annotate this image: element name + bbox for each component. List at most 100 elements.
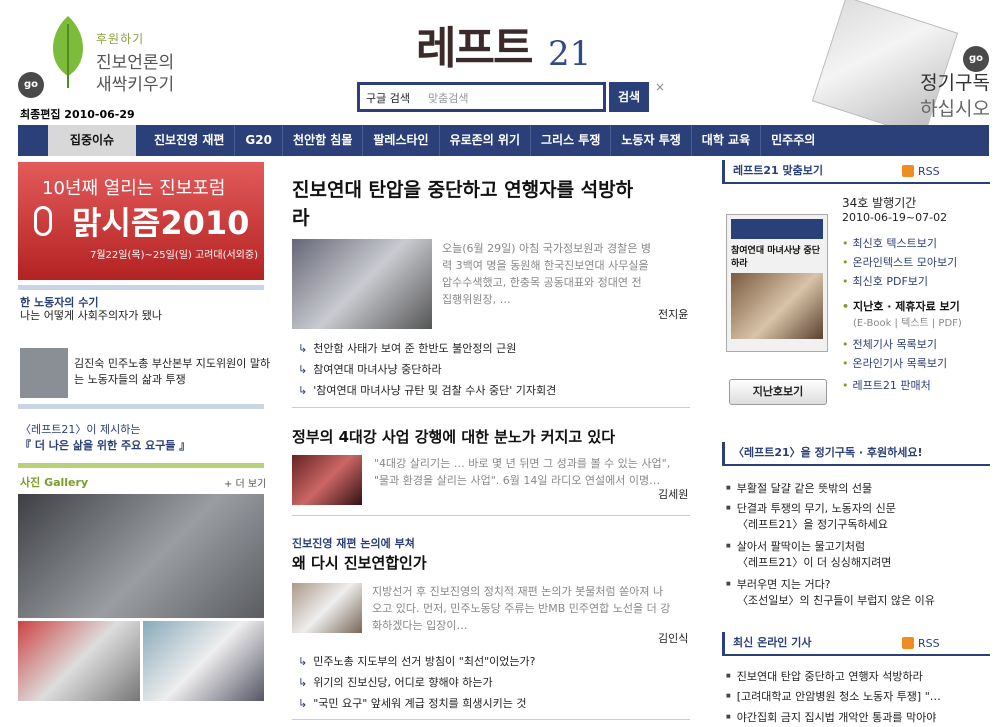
article-photo[interactable]	[292, 583, 362, 633]
arrow-icon: ↳	[298, 697, 308, 710]
divider	[18, 285, 264, 290]
marxism-banner[interactable]: 10년째 열리는 진보포럼 맑시즘2010 7월22일(목)~25일(일) 고려…	[18, 162, 264, 280]
last-edit-date: 최종편집 2010-06-29	[20, 108, 135, 121]
gallery-more-link[interactable]: + 더 보기	[224, 475, 266, 490]
story-link[interactable]: 김진숙 민주노총 부산본부 지도위원이 말하 는 노동자들의 삶과 투쟁	[74, 356, 270, 388]
support-small-label: 후원하기	[96, 32, 145, 46]
support-go-button[interactable]: go	[18, 72, 44, 98]
search-input[interactable]: 맞춤검색	[428, 90, 468, 106]
banner-date: 7월22일(목)~25일(일) 고려대(서외중)	[90, 250, 258, 261]
list-item[interactable]: 진보연대 탄압 중단하고 연행자 석방하라	[726, 668, 923, 685]
previous-issues-button[interactable]: 지난호보기	[729, 379, 827, 405]
list-item[interactable]: 부러우면 지는 거다?〈조선일보〉의 친구들이 부럽지 않은 이유	[726, 576, 935, 609]
arrow-icon: ↳	[298, 384, 308, 397]
nav-item[interactable]: 천안함 침몰	[283, 125, 364, 156]
microphone-icon	[34, 206, 52, 236]
article-summary: 오늘(6월 29일) 아침 국가정보원과 경찰은 병력 3백여 명을 동원해 한…	[442, 242, 651, 306]
divider	[292, 515, 690, 516]
issue-period: 2010-06-19~07-02	[842, 211, 948, 224]
list-item[interactable]: 부활절 달걀 같은 뜻밖의 선물	[726, 480, 872, 497]
article-summary: 지방선거 후 진보진영의 정치적 재편 논의가 봇물처럼 쏟아져 나 오고 있다.…	[372, 585, 671, 632]
subscribe-link[interactable]: 정기구독 하십시오	[910, 70, 990, 122]
article-kicker: 진보진영 재편 논의에 부쳐	[292, 537, 415, 550]
nav-item[interactable]: 진보진영 재편	[144, 125, 236, 156]
section-title: 〈레프트21〉을 정기구독 · 후원하세요!	[722, 442, 990, 466]
cover-masthead	[731, 219, 823, 239]
nav-item[interactable]: 대학 교육	[692, 125, 762, 156]
article-photo[interactable]	[292, 455, 362, 505]
search-button[interactable]: 검색	[609, 82, 649, 112]
list-item[interactable]: 단결과 투쟁의 무기, 노동자의 신문〈레프트21〉을 정기구독하세요	[726, 500, 896, 533]
related-link[interactable]: ↳ 위기의 진보신당, 어디로 향해야 하는가	[298, 674, 493, 690]
main-nav: 집중이슈 진보진영 재편 G20 천안함 침몰 팔레스타인 유로존의 위기 그리…	[18, 125, 989, 156]
story-link[interactable]: 나는 어떻게 사회주의자가 됐나	[20, 308, 162, 324]
gallery-photo-main[interactable]	[18, 494, 264, 618]
archive-link[interactable]: 지난호 · 제휴자료 보기	[842, 298, 960, 314]
banner-title: 맑시즘2010	[72, 204, 250, 242]
nav-item[interactable]: 민주주의	[761, 125, 825, 156]
search-engine-select[interactable]: 구글 검색	[366, 90, 410, 106]
divider	[292, 719, 690, 720]
all-articles-link[interactable]: 전체기사 목록보기	[842, 336, 937, 352]
issue-number: 34호 발행기간	[842, 196, 917, 210]
latest-pdf-link[interactable]: 최신호 PDF보기	[842, 273, 929, 289]
divider	[292, 407, 690, 408]
latest-text-link[interactable]: 최신호 텍스트보기	[842, 235, 937, 251]
list-item[interactable]: [고려대학교 안암병원 청소 노동자 투쟁] "…	[726, 688, 941, 705]
nav-item[interactable]: 유로존의 위기	[440, 125, 531, 156]
header: go 후원하기 진보언론의 새싹키우기 최종편집 2010-06-29 레프트 2…	[0, 0, 1003, 138]
nav-item[interactable]: 그리스 투쟁	[531, 125, 612, 156]
cover-photo	[731, 273, 823, 339]
rss-link[interactable]: RSS	[902, 637, 940, 650]
article-author: 김세원	[658, 488, 689, 501]
archive-formats[interactable]: (E-Book | 텍스트 | PDF)	[853, 314, 962, 329]
arrow-icon: ↳	[298, 676, 308, 689]
nav-item[interactable]: 노동자 투쟁	[611, 125, 692, 156]
support-link[interactable]: 진보언론의 새싹키우기	[96, 52, 174, 96]
divider	[18, 404, 264, 409]
article-author: 김인식	[658, 632, 689, 645]
section-title: 레프트21 맞춤보기	[722, 160, 990, 184]
leaf-logo-icon	[53, 16, 83, 88]
rss-icon	[902, 637, 914, 649]
section-title: 최신 온라인 기사	[722, 632, 990, 656]
nav-focus-issues[interactable]: 집중이슈	[48, 125, 136, 156]
arrow-icon: ↳	[298, 342, 308, 355]
site-logo-number: 21	[548, 34, 592, 74]
issue-cover[interactable]: 참여연대 마녀사냥 중단하라	[726, 214, 828, 352]
related-link[interactable]: ↳ '참여연대 마녀사냥 규탄 및 검찰 수사 중단' 기자회견	[298, 382, 556, 398]
related-link[interactable]: ↳ 천안함 사태가 보여 준 한반도 불안정의 근원	[298, 340, 516, 356]
article-summary: "4대강 살리기는 … 바로 몇 년 뒤면 그 성과를 볼 수 있는 사업", "…	[374, 457, 671, 487]
demands-title[interactable]: 〈레프트21〉이 제시하는	[20, 422, 140, 438]
article-photo[interactable]	[292, 239, 432, 329]
related-link[interactable]: ↳ "국민 요구" 앞세워 계급 정치를 희생시키는 것	[298, 695, 526, 711]
close-icon[interactable]: ×	[655, 80, 665, 94]
banner-subtitle: 10년째 열리는 진보포럼	[42, 178, 226, 199]
arrow-icon: ↳	[298, 655, 308, 668]
online-text-link[interactable]: 온라인텍스트 모아보기	[842, 254, 958, 270]
gallery-photo[interactable]	[18, 621, 140, 701]
divider	[18, 463, 264, 468]
related-link[interactable]: ↳ 참여연대 마녀사냥 중단하라	[298, 361, 442, 377]
gallery-title: 사진 Gallery	[20, 476, 89, 489]
site-logo[interactable]: 레프트	[416, 12, 533, 76]
cover-headline: 참여연대 마녀사냥 중단하라	[731, 246, 821, 269]
list-item[interactable]: 살아서 팔딱이는 물고기처럼〈레프트21〉이 더 싱싱해지려면	[726, 538, 892, 571]
story-photo[interactable]	[20, 348, 68, 398]
gallery-photo[interactable]	[143, 621, 264, 701]
subscribe-go-button[interactable]: go	[963, 46, 989, 72]
headline-3[interactable]: 왜 다시 진보연합인가	[292, 552, 427, 573]
article-author: 전지윤	[658, 308, 689, 321]
search-box[interactable]: 구글 검색 맞춤검색	[357, 82, 606, 112]
nav-item[interactable]: G20	[235, 125, 283, 156]
online-articles-link[interactable]: 온라인기사 목록보기	[842, 355, 948, 371]
stores-link[interactable]: 레프트21 판매처	[842, 377, 931, 393]
arrow-icon: ↳	[298, 363, 308, 376]
headline-2[interactable]: 정부의 4대강 사업 강행에 대한 분노가 커지고 있다	[292, 426, 615, 447]
list-item[interactable]: 야간집회 금지 집시법 개악안 통과를 막아야	[726, 709, 937, 726]
headline-1[interactable]: 진보연대 탄압을 중단하고 연행자를 석방하 라	[292, 176, 692, 232]
rss-link[interactable]: RSS	[902, 165, 940, 178]
related-link[interactable]: ↳ 민주노총 지도부의 선거 방침이 "최선"이었는가?	[298, 653, 535, 669]
demands-link[interactable]: 『 더 나은 삶을 위한 주요 요구들 』	[20, 438, 190, 454]
nav-item[interactable]: 팔레스타인	[363, 125, 440, 156]
